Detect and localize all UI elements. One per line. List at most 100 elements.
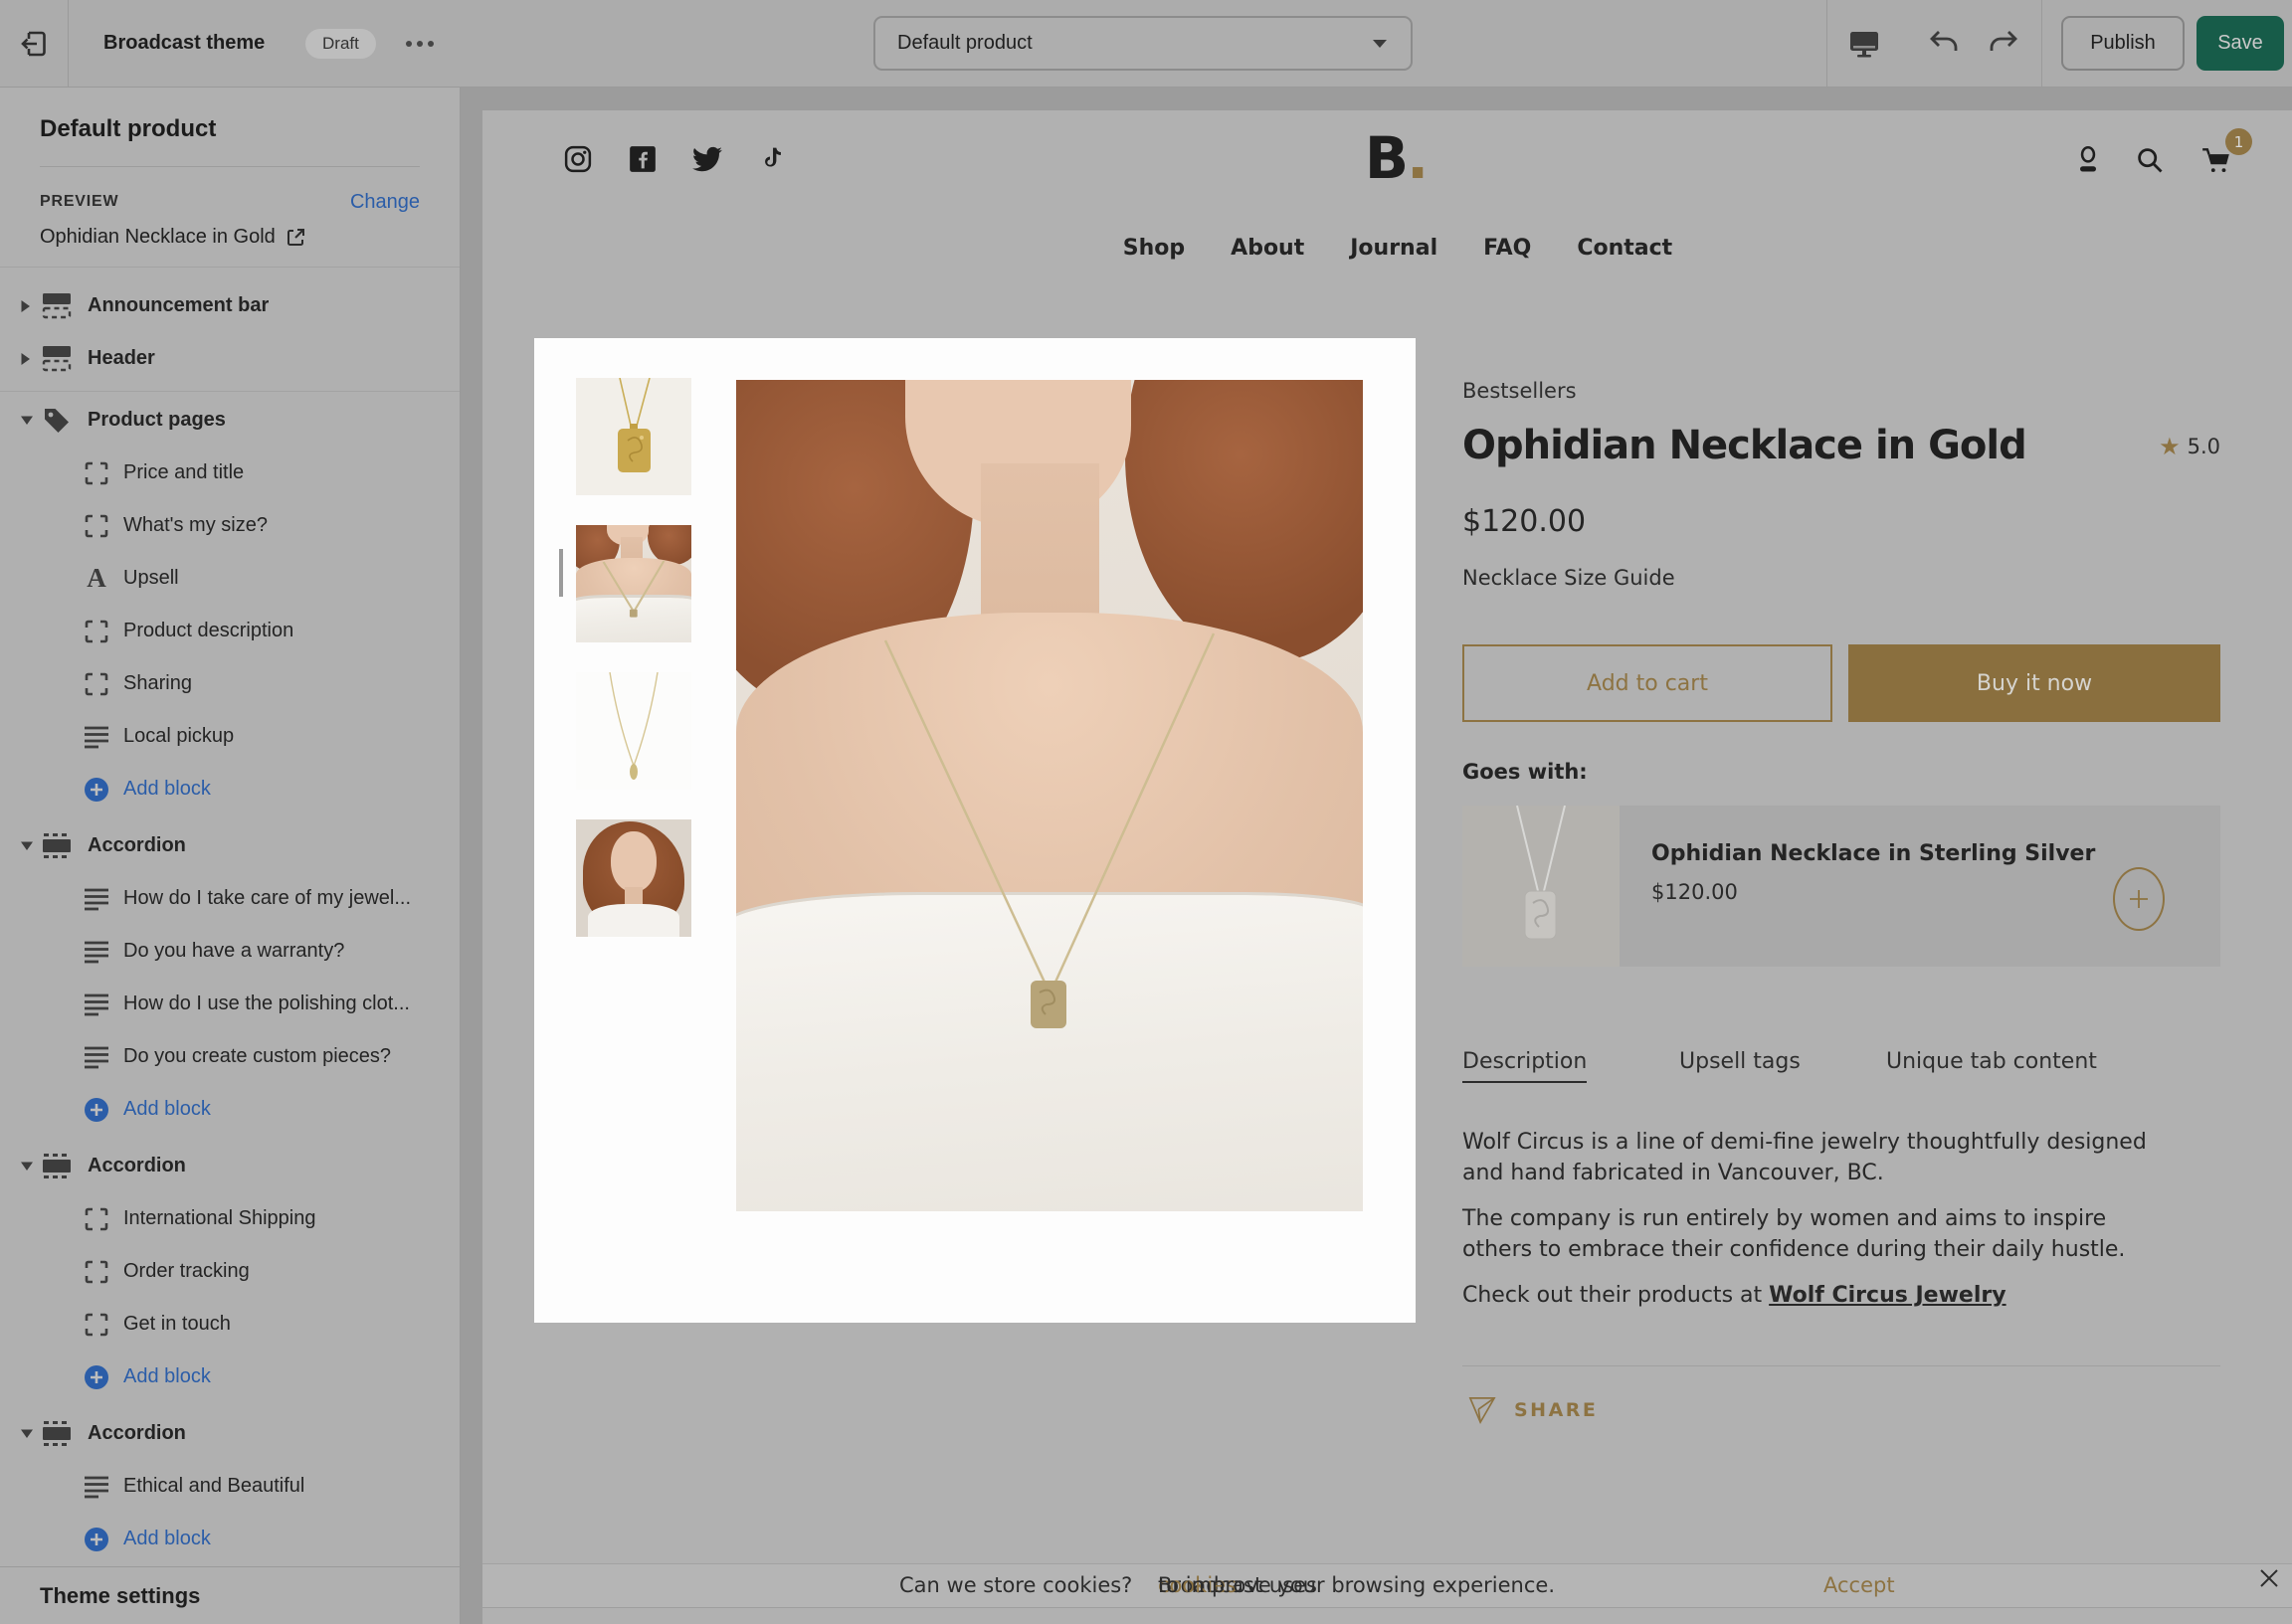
nav-item-shop[interactable]: Shop: [1123, 236, 1185, 261]
tab-unique-tab-content[interactable]: Unique tab content: [1886, 1049, 2097, 1081]
sidebar-item-add-block[interactable]: Add block: [0, 1083, 460, 1136]
more-actions-button[interactable]: [396, 0, 444, 87]
sidebar-item-price-and-title[interactable]: Price and title: [0, 447, 460, 499]
buy-it-now-button[interactable]: Buy it now: [1848, 644, 2220, 722]
accordion-icon: [42, 832, 72, 859]
sidebar-item-do-you-have-a-warranty[interactable]: Do you have a warranty?: [0, 925, 460, 978]
preview-page-row[interactable]: Ophidian Necklace in Gold: [40, 221, 306, 253]
tab-upsell-tags[interactable]: Upsell tags: [1679, 1049, 1801, 1081]
sidebar-item-order-tracking[interactable]: Order tracking: [0, 1245, 460, 1298]
product-tabs: Description Upsell tags Unique tab content: [1462, 1049, 2220, 1089]
thumbnail-pendant-gold[interactable]: [576, 378, 691, 495]
sidebar-item-how-do-i-use-the-polishing-clot[interactable]: How do I use the polishing clot...: [0, 978, 460, 1030]
facebook-icon[interactable]: [628, 144, 658, 174]
chevron-right-icon[interactable]: [20, 332, 36, 385]
store-logo[interactable]: B.: [1336, 124, 1455, 192]
sidebar-item-local-pickup[interactable]: Local pickup: [0, 710, 460, 763]
sidebar-item-do-you-create-custom-pieces[interactable]: Do you create custom pieces?: [0, 1030, 460, 1083]
add-icon: [84, 1097, 109, 1123]
page-selector-dropdown[interactable]: Default product: [873, 16, 1413, 71]
sidebar-item-add-block[interactable]: Add block: [0, 1351, 460, 1403]
save-button[interactable]: Save: [2196, 16, 2284, 71]
chevron-down-icon[interactable]: [20, 1140, 36, 1192]
sidebar-item-add-block[interactable]: Add block: [0, 763, 460, 815]
redo-icon: [1988, 29, 2019, 59]
block-icon: [84, 461, 109, 485]
sidebar-item-header[interactable]: Header: [0, 332, 460, 385]
collection-link[interactable]: Bestsellers: [1462, 379, 1577, 403]
product-media-gallery[interactable]: [534, 338, 1416, 1323]
sidebar-item-accordion[interactable]: Accordion: [0, 1407, 460, 1460]
sidebar-item-product-description[interactable]: Product description: [0, 605, 460, 657]
sidebar-item-what-s-my-size[interactable]: What's my size?: [0, 499, 460, 552]
sidebar-item-label: Ethical and Beautiful: [123, 1475, 304, 1498]
sidebar-item-add-block[interactable]: Add block: [0, 1513, 460, 1565]
product-title: Ophidian Necklace in Gold: [1462, 423, 2026, 468]
goes-with-thumbnail: [1462, 806, 1620, 967]
preview-page-title: Ophidian Necklace in Gold: [40, 226, 276, 249]
sidebar-item-ethical-and-beautiful[interactable]: Ethical and Beautiful: [0, 1460, 460, 1513]
description-paragraph: Check out their products at Wolf Circus …: [1462, 1280, 2238, 1311]
nav-item-contact[interactable]: Contact: [1577, 236, 1672, 261]
cookie-close-button[interactable]: [2255, 1564, 2283, 1592]
nav-item-faq[interactable]: FAQ: [1483, 236, 1531, 261]
redo-button[interactable]: [1976, 0, 2031, 87]
desktop-preview-button[interactable]: [1836, 0, 1892, 87]
account-icon[interactable]: [2072, 144, 2104, 176]
sidebar-item-get-in-touch[interactable]: Get in touch: [0, 1298, 460, 1351]
sidebar-item-sharing[interactable]: Sharing: [0, 657, 460, 710]
thumbnail-model-portrait[interactable]: [576, 819, 691, 937]
nav-item-about[interactable]: About: [1231, 236, 1304, 261]
chevron-down-icon[interactable]: [20, 1407, 36, 1460]
add-to-cart-button[interactable]: Add to cart: [1462, 644, 1832, 722]
thumbnail-model-necklace[interactable]: [576, 525, 691, 642]
product-rating[interactable]: ★ 5.0: [2159, 435, 2220, 458]
tab-description[interactable]: Description: [1462, 1049, 1587, 1083]
theme-settings-button[interactable]: Theme settings: [0, 1566, 460, 1624]
wolf-circus-link[interactable]: Wolf Circus Jewelry: [1769, 1283, 2006, 1308]
sidebar-item-announcement-bar[interactable]: Announcement bar: [0, 279, 460, 332]
block-icon: [84, 1260, 109, 1284]
goes-with-price: $120.00: [1651, 880, 2095, 904]
chevron-right-icon[interactable]: [20, 279, 36, 332]
external-link-icon[interactable]: [286, 227, 306, 248]
sidebar-item-label: Upsell: [123, 567, 179, 590]
add-icon: [84, 1527, 109, 1552]
twitter-icon[interactable]: [692, 144, 722, 174]
sidebar-item-how-do-i-take-care-of-my-jewel[interactable]: How do I take care of my jewel...: [0, 872, 460, 925]
share-button[interactable]: SHARE: [1468, 1395, 1598, 1425]
goes-with-title: Ophidian Necklace in Sterling Silver: [1651, 841, 2095, 866]
sidebar-divider: [0, 267, 460, 268]
exit-editor-button[interactable]: [0, 0, 69, 87]
instagram-icon[interactable]: [563, 144, 593, 174]
lines-icon: [84, 887, 109, 911]
cookie-question: Can we store cookies?: [899, 1564, 1132, 1607]
search-icon[interactable]: [2134, 144, 2166, 176]
monitor-icon: [1847, 28, 1881, 60]
publish-button[interactable]: Publish: [2061, 16, 2185, 71]
sidebar-item-product-pages[interactable]: Product pages: [0, 394, 460, 447]
page-selector-value: Default product: [897, 32, 1371, 55]
change-preview-link[interactable]: Change: [350, 191, 420, 214]
sidebar-item-accordion[interactable]: Accordion: [0, 1140, 460, 1192]
tag-icon: [42, 406, 72, 435]
size-guide-link[interactable]: Necklace Size Guide: [1462, 566, 1675, 590]
product-price: $120.00: [1462, 504, 1586, 539]
sidebar-item-international-shipping[interactable]: International Shipping: [0, 1192, 460, 1245]
cookie-accept-button[interactable]: Accept: [1823, 1564, 1895, 1607]
sidebar-item-upsell[interactable]: AUpsell: [0, 552, 460, 605]
accordion-icon: [42, 1420, 72, 1447]
thumbnail-chain-full[interactable]: [576, 672, 691, 790]
product-main-image[interactable]: [736, 380, 1363, 1211]
nav-item-journal[interactable]: Journal: [1350, 236, 1437, 261]
quick-add-button[interactable]: [2113, 867, 2165, 931]
sidebar-item-accordion[interactable]: Accordion: [0, 819, 460, 872]
goes-with-item[interactable]: Ophidian Necklace in Sterling Silver $12…: [1462, 806, 2220, 967]
selected-thumbnail-indicator: [559, 549, 563, 597]
chevron-down-icon[interactable]: [20, 394, 36, 447]
chevron-down-icon[interactable]: [20, 819, 36, 872]
undo-button[interactable]: [1916, 0, 1972, 87]
tiktok-icon[interactable]: [757, 144, 787, 174]
add-icon: [84, 1364, 109, 1390]
goes-with-label: Goes with:: [1462, 760, 1588, 784]
